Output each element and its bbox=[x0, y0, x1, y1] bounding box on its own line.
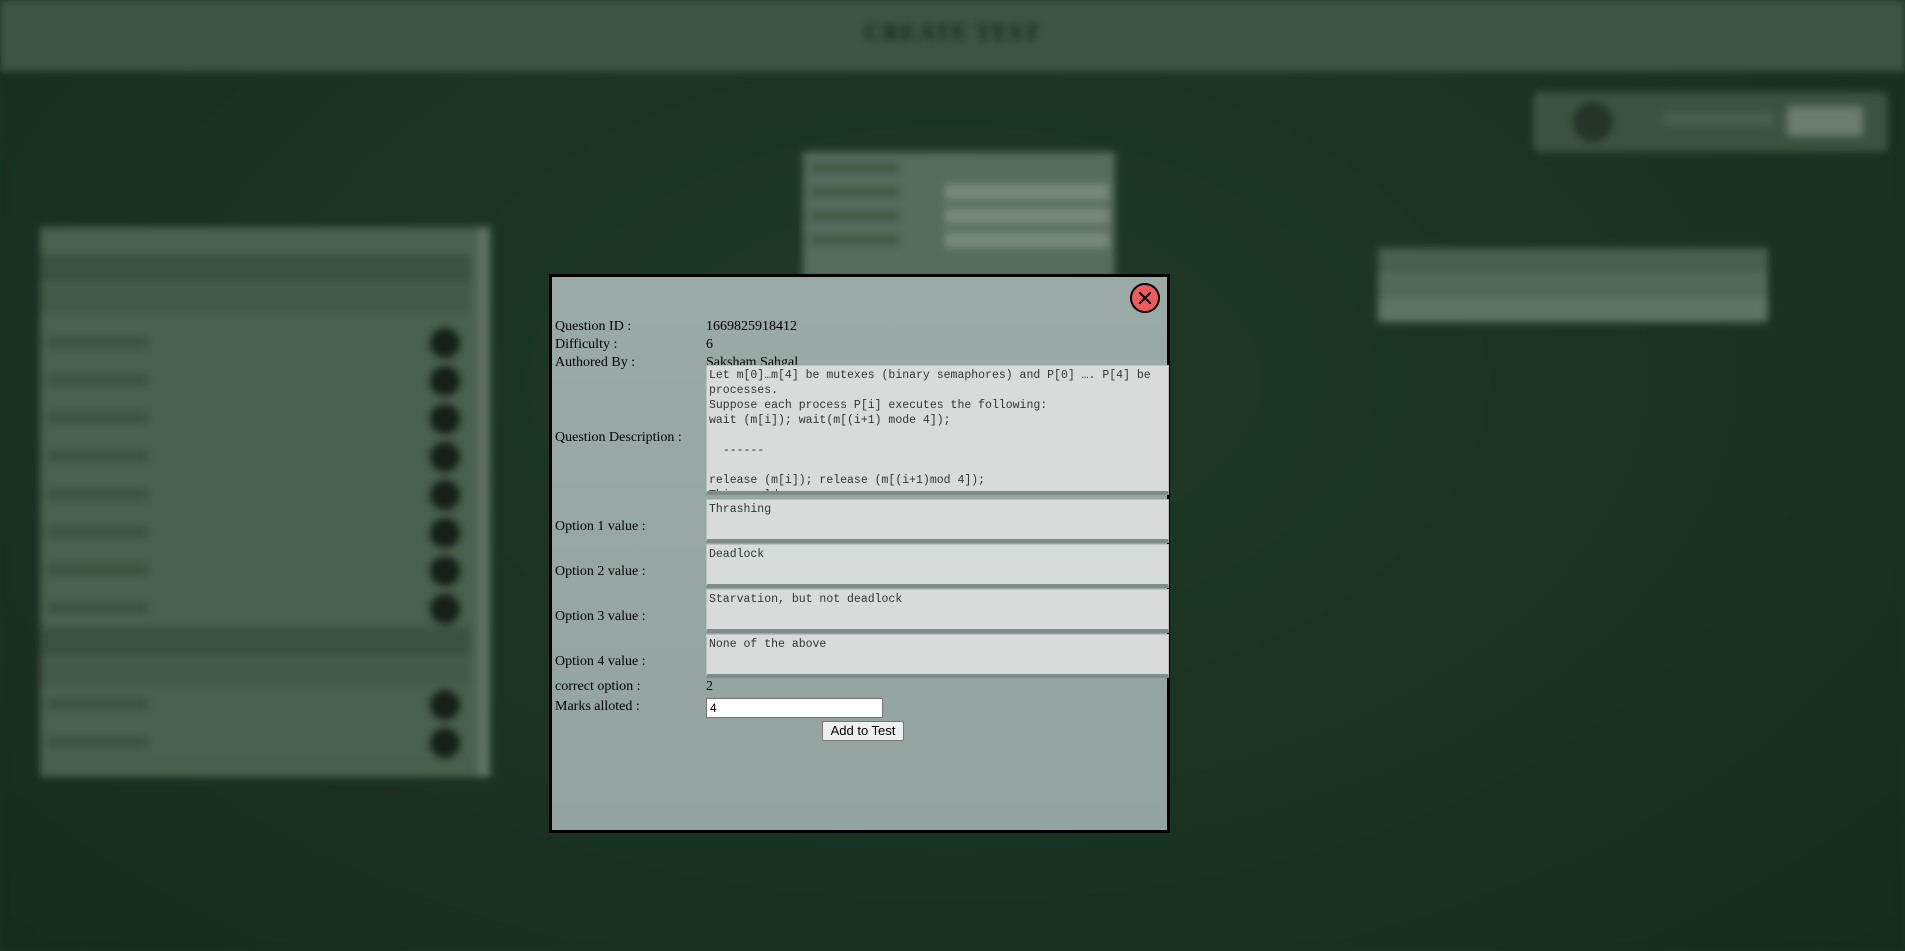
option-1-label: Option 1 value : bbox=[555, 519, 646, 534]
correct-option-label: correct option : bbox=[555, 679, 641, 694]
question-details-modal: Question ID : 1669825918412 Difficulty :… bbox=[549, 274, 1170, 833]
close-button[interactable] bbox=[1130, 283, 1160, 313]
option-2-label: Option 2 value : bbox=[555, 564, 646, 579]
option-4-textarea[interactable]: None of the above bbox=[706, 634, 1169, 678]
question-description-textarea[interactable]: Let m[0]…m[4] be mutexes (binary semapho… bbox=[706, 365, 1169, 495]
difficulty-value: 6 bbox=[706, 337, 713, 352]
close-icon bbox=[1138, 291, 1152, 305]
difficulty-label: Difficulty : bbox=[555, 337, 618, 352]
authored-by-label: Authored By : bbox=[555, 355, 636, 370]
marks-alloted-label: Marks alloted : bbox=[555, 699, 640, 714]
option-3-label: Option 3 value : bbox=[555, 609, 646, 624]
option-1-textarea[interactable]: Thrashing bbox=[706, 499, 1169, 543]
option-3-textarea[interactable]: Starvation, but not deadlock bbox=[706, 589, 1169, 633]
option-2-textarea[interactable]: Deadlock bbox=[706, 544, 1169, 588]
add-to-test-button[interactable]: Add to Test bbox=[822, 721, 904, 741]
question-description-label: Question Description : bbox=[555, 430, 682, 445]
option-4-label: Option 4 value : bbox=[555, 654, 646, 669]
question-id-value: 1669825918412 bbox=[706, 319, 797, 334]
question-id-label: Question ID : bbox=[555, 319, 632, 334]
marks-alloted-input[interactable] bbox=[706, 698, 883, 718]
correct-option-value: 2 bbox=[706, 679, 713, 694]
